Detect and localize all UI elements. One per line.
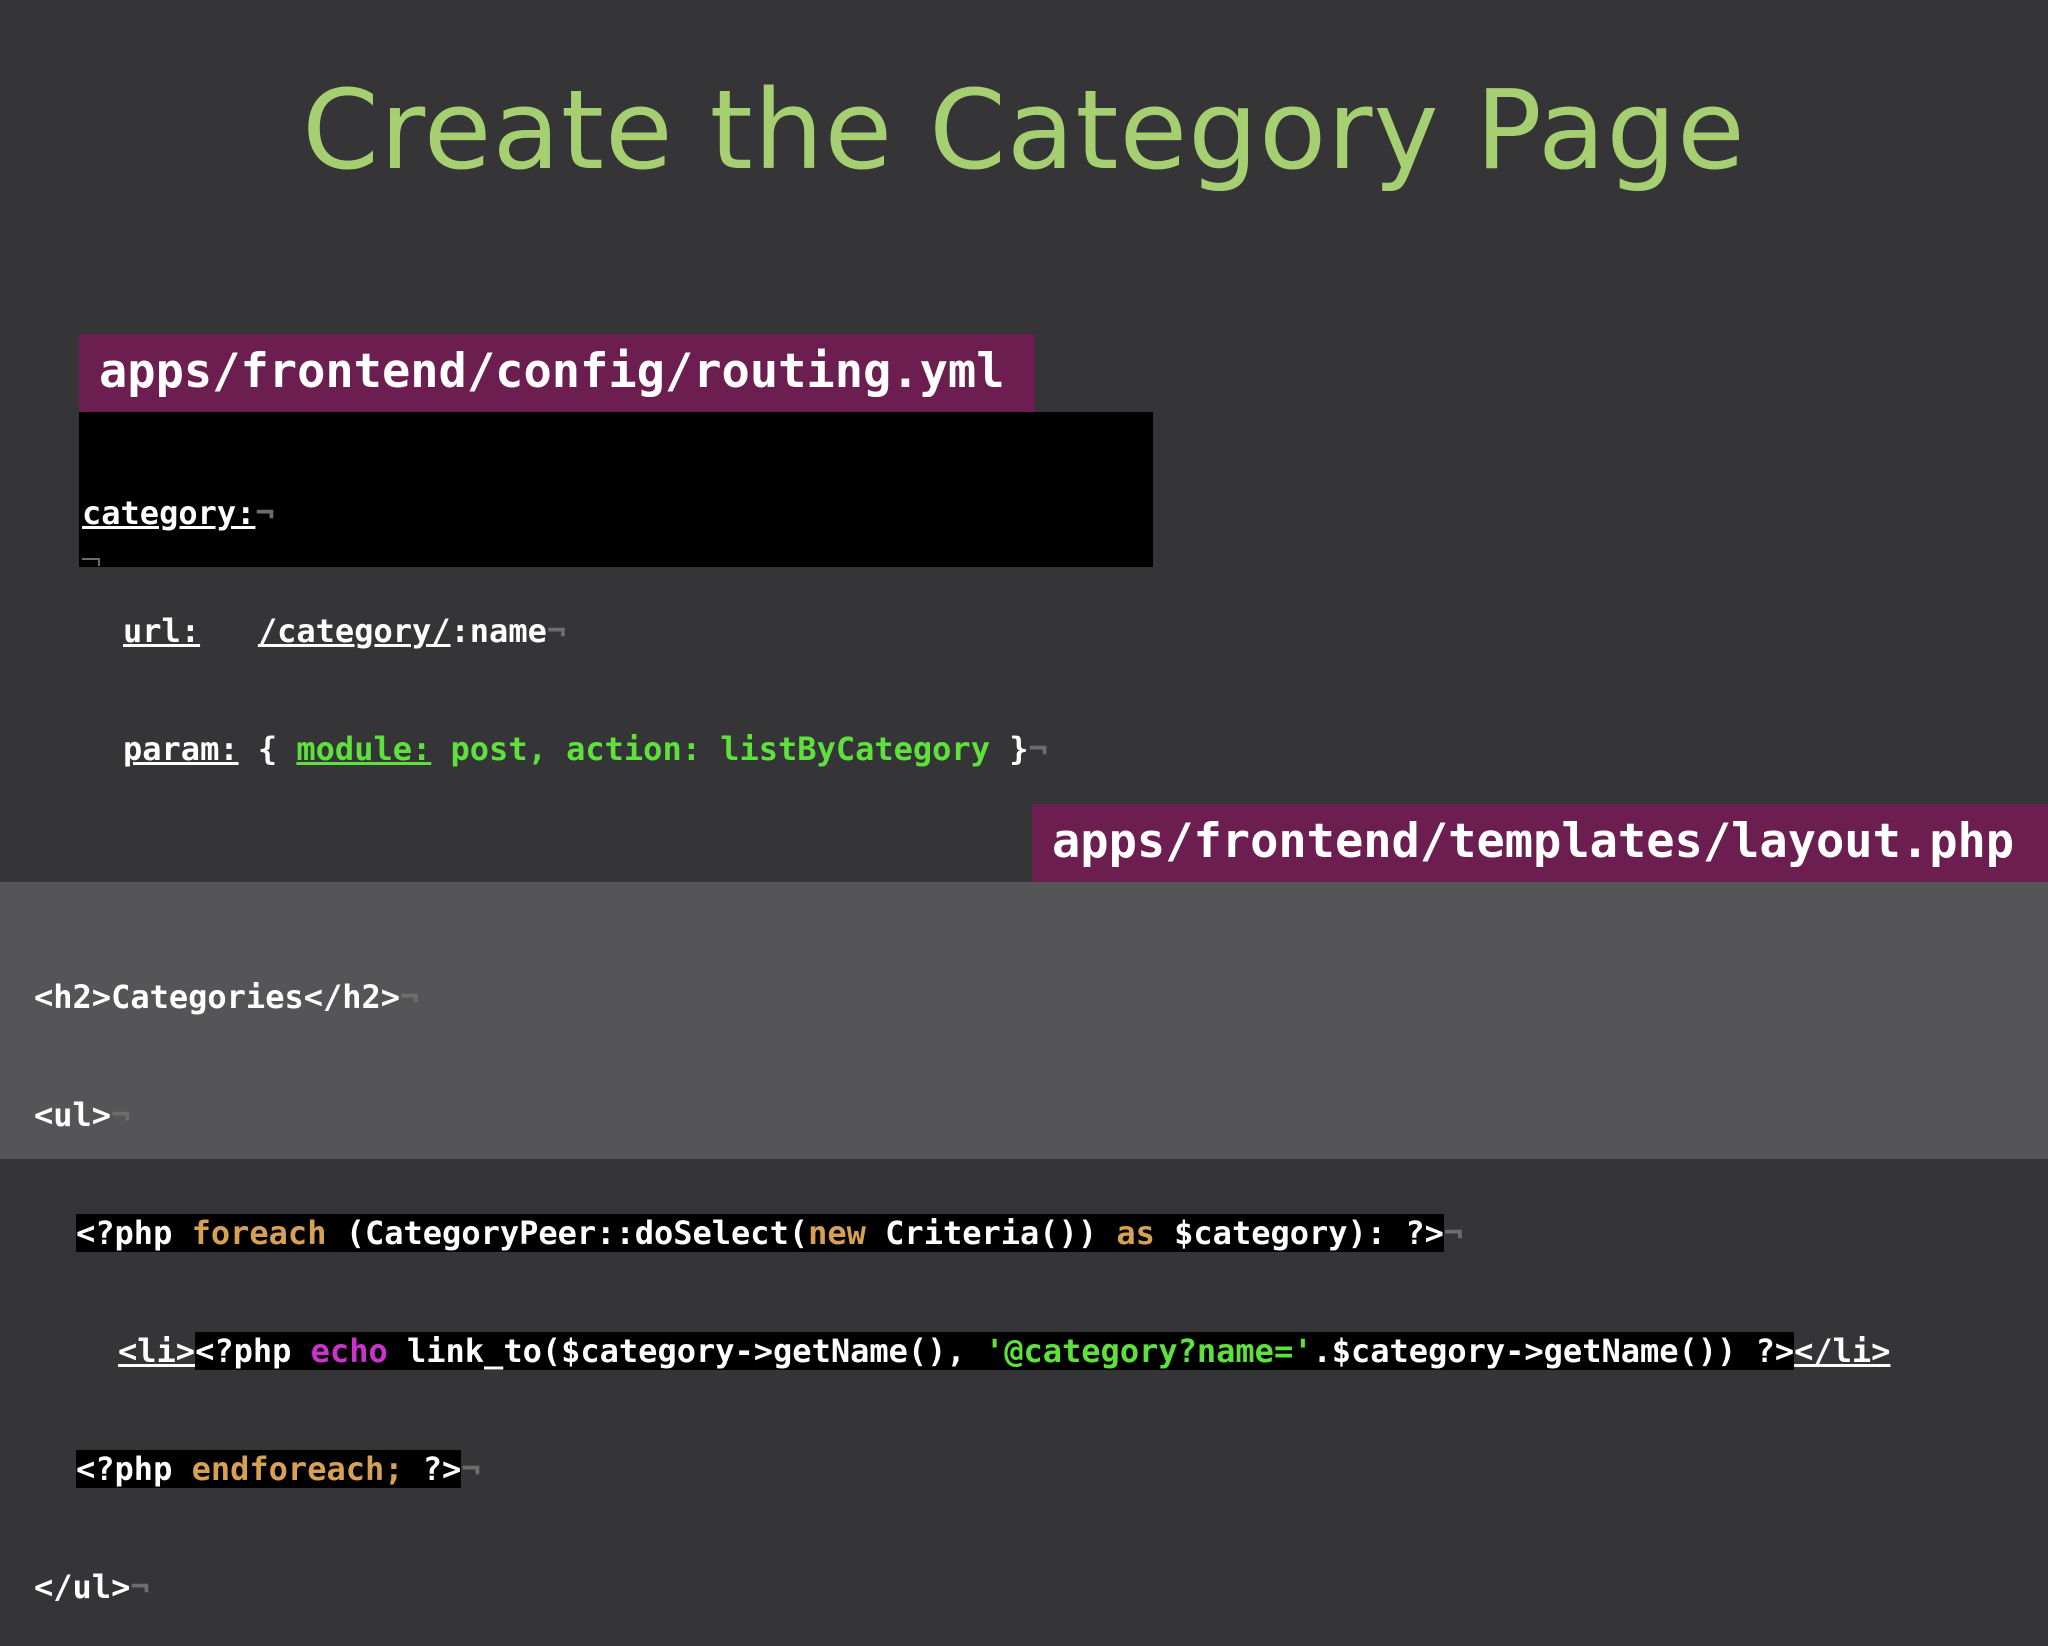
link-expr-2: .$category->getName()) ?> (1312, 1332, 1795, 1370)
php-keyword-as: as (1116, 1214, 1155, 1252)
php-open-tag: <?php (76, 1450, 173, 1488)
code-line-url: url: /category/:name¬ (79, 610, 1153, 652)
link-expr-1: link_to($category->getName(), (406, 1332, 966, 1370)
code-line-foreach: <?php foreach (CategoryPeer::doSelect(ne… (0, 1212, 2048, 1254)
routing-code-block: category:¬ url: /category/:name¬ param: … (79, 412, 1153, 768)
html-tag-li-open: <li> (118, 1332, 196, 1370)
link-string: '@category?name=' (984, 1332, 1313, 1370)
line-end-mark: ¬ (130, 1568, 150, 1606)
php-keyword-endforeach: endforeach; (191, 1450, 404, 1488)
yaml-brace-close: } (1009, 730, 1029, 768)
foreach-expr-2: Criteria()) (885, 1214, 1098, 1252)
yaml-module-key: module: (296, 730, 432, 768)
code-line-h2: <h2>Categories</h2>¬ (0, 976, 2048, 1018)
line-end-mark: ¬ (1443, 1214, 1464, 1252)
code-line-ul-close: </ul>¬ (0, 1566, 2048, 1608)
line-end-mark: ¬ (461, 1450, 481, 1488)
yaml-key-param: param: (123, 730, 239, 768)
yaml-module-rest: post, action: listByCategory (450, 730, 990, 768)
line-end-corner-mark (82, 558, 100, 566)
php-keyword-echo: echo (310, 1332, 388, 1370)
html-tag-ul-close: </ul> (34, 1568, 131, 1606)
h2-text: Categories (111, 978, 304, 1016)
yaml-url-param: :name (450, 612, 547, 650)
yaml-key-url: url: (123, 612, 201, 650)
yaml-key-category: category: (82, 494, 256, 532)
html-tag-li-close: </li> (1794, 1332, 1891, 1370)
php-open-tag: <?php (76, 1214, 173, 1252)
line-end-mark: ¬ (255, 494, 275, 532)
foreach-expr-3: $category): ?> (1174, 1214, 1444, 1252)
yaml-brace-open: { (257, 730, 278, 768)
code-line-li: <li><?php echo link_to($category->getNam… (0, 1330, 2048, 1372)
line-end-mark: ¬ (400, 978, 420, 1016)
code-line-param: param: { module: post, action: listByCat… (79, 728, 1153, 770)
yaml-url-value: /category/ (257, 612, 451, 650)
slide-title: Create the Category Page (302, 66, 1746, 194)
php-keyword-new: new (808, 1214, 866, 1252)
html-tag-h2-close: </h2> (303, 978, 401, 1016)
html-tag-ul-open: <ul> (34, 1096, 112, 1134)
layout-code-block: <h2>Categories</h2>¬ <ul>¬ <?php foreach… (0, 882, 2048, 1606)
line-end-mark: ¬ (1028, 730, 1048, 768)
code-line-ul-open: <ul>¬ (0, 1094, 2048, 1136)
php-close-tag: ?> (422, 1450, 462, 1488)
line-end-mark: ¬ (111, 1096, 131, 1134)
code-line-endforeach: <?php endforeach; ?>¬ (0, 1448, 2048, 1490)
line-end-mark: ¬ (546, 612, 567, 650)
php-keyword-foreach: foreach (191, 1214, 327, 1252)
html-tag-h2-open: <h2> (34, 978, 112, 1016)
php-open-tag: <?php (195, 1332, 292, 1370)
foreach-expr-1: (CategoryPeer::doSelect( (345, 1214, 809, 1252)
layout-file-label: apps/frontend/templates/layout.php (1032, 804, 2048, 882)
code-line-category: category:¬ (79, 492, 1153, 534)
routing-file-label: apps/frontend/config/routing.yml (79, 334, 1035, 412)
